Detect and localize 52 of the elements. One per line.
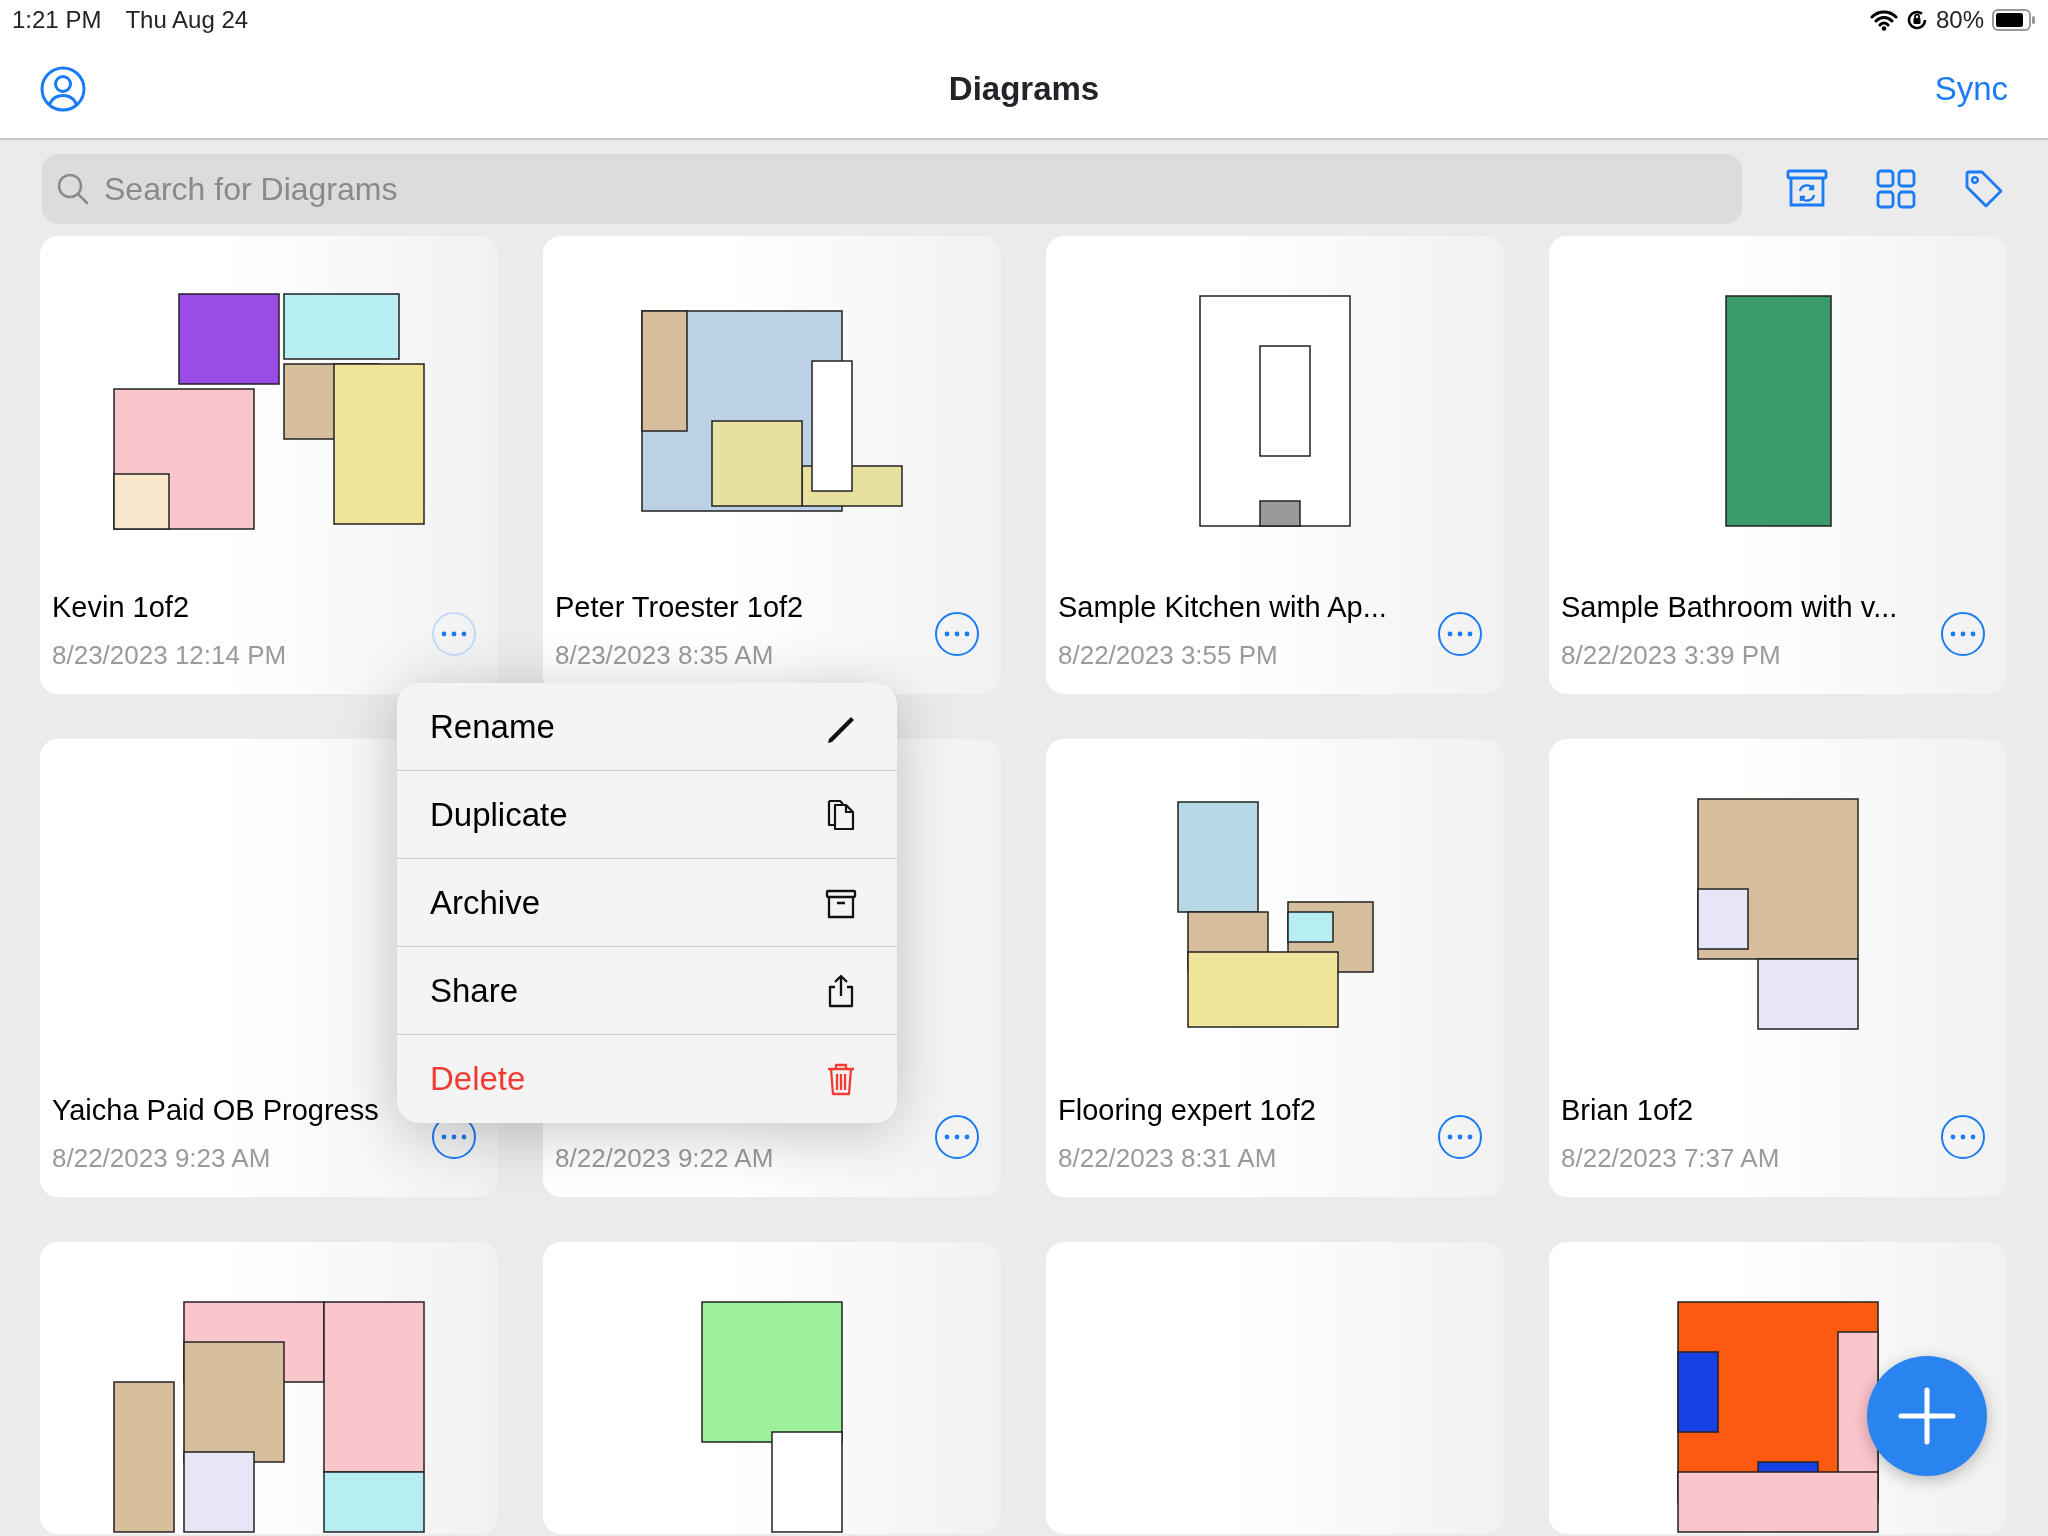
diagram-title: Sample Bathroom with v... (1561, 590, 1898, 625)
diagram-card[interactable] (40, 1242, 498, 1534)
plus-icon (1897, 1386, 1957, 1446)
diagram-date: 8/22/2023 9:23 AM (52, 1142, 271, 1175)
menu-item[interactable]: Rename (397, 683, 897, 771)
ellipsis-icon (1950, 1134, 1976, 1140)
diagram-date: 8/22/2023 3:39 PM (1561, 639, 1781, 672)
more-button[interactable] (935, 612, 979, 656)
diagram-title: Kevin 1of2 (52, 590, 190, 625)
wifi-icon (1869, 9, 1898, 31)
profile-icon[interactable] (40, 66, 86, 112)
diagram-date: 8/22/2023 7:37 AM (1561, 1142, 1780, 1175)
battery-percent: 80% (1935, 5, 1984, 35)
diagram-date: 8/22/2023 8:31 AM (1058, 1142, 1277, 1175)
ellipsis-icon (944, 1134, 970, 1140)
diagram-date: 8/22/2023 3:55 PM (1058, 639, 1278, 672)
diagram-card[interactable]: Kevin 1of2 8/23/2023 12:14 PM (40, 236, 498, 694)
diagram-card[interactable]: Brian 1of2 8/22/2023 7:37 AM (1549, 739, 2007, 1197)
diagram-card[interactable]: Sample Bathroom with v... 8/22/2023 3:39 PM (1549, 236, 2007, 694)
more-button[interactable] (1941, 1115, 1985, 1159)
ellipsis-icon (1447, 631, 1473, 637)
ellipsis-icon (1950, 631, 1976, 637)
battery-icon (1992, 9, 2036, 31)
diagram-date: 8/23/2023 8:35 AM (555, 639, 774, 672)
ellipsis-icon (441, 1134, 467, 1140)
diagram-title: Sample Kitchen with Ap... (1058, 590, 1387, 625)
menu-item[interactable]: Archive (397, 859, 897, 947)
more-button[interactable] (935, 1115, 979, 1159)
search-field[interactable]: Search for Diagrams (42, 154, 1742, 224)
menu-item[interactable]: Share (397, 947, 897, 1035)
more-button[interactable] (1941, 612, 1985, 656)
diagram-title: Yaicha Paid OB Progress (52, 1093, 379, 1128)
diagram-card[interactable]: Peter Troester 1of2 8/23/2023 8:35 AM (543, 236, 1001, 694)
sync-button[interactable]: Sync (1934, 64, 2008, 114)
ellipsis-icon (441, 631, 467, 637)
diagram-card[interactable]: Flooring expert 1of2 8/22/2023 8:31 AM (1046, 739, 1504, 1197)
more-button[interactable] (1438, 1115, 1482, 1159)
ellipsis-icon (1447, 1134, 1473, 1140)
more-button[interactable] (1438, 612, 1482, 656)
diagram-title: Peter Troester 1of2 (555, 590, 804, 625)
page-title: Diagrams (948, 69, 1100, 110)
status-time: 1:21 PM (12, 5, 102, 35)
diagram-date: 8/23/2023 12:14 PM (52, 639, 287, 672)
menu-item[interactable]: Duplicate (397, 771, 897, 859)
diagram-title: Flooring expert 1of2 (1058, 1093, 1316, 1128)
status-date: Thu Aug 24 (125, 5, 249, 35)
ellipsis-icon (944, 631, 970, 637)
diagram-card[interactable]: Sample Kitchen with Ap... 8/22/2023 3:55 PM (1046, 236, 1504, 694)
diagram-date: 8/22/2023 9:22 AM (555, 1142, 774, 1175)
diagram-card[interactable] (1549, 1242, 2007, 1534)
rotation-lock-icon (1905, 9, 1928, 31)
diagram-title: Brian 1of2 (1561, 1093, 1694, 1128)
